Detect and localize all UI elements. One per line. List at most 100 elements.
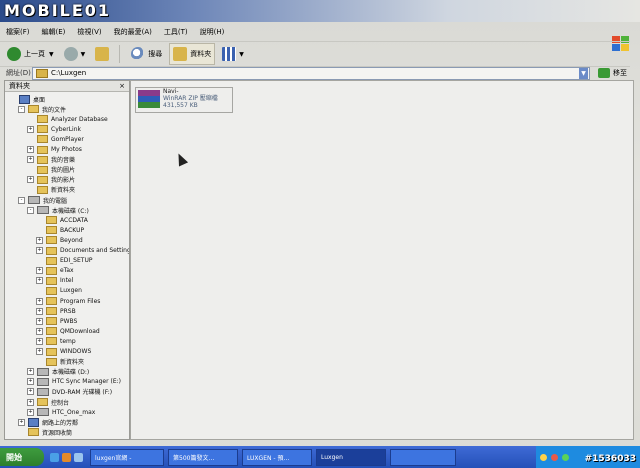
menu-file[interactable]: 檔案(F): [0, 27, 36, 37]
expand-icon[interactable]: +: [36, 348, 43, 355]
collapse-icon[interactable]: -: [18, 196, 25, 204]
menu-bar: 檔案(F) 編輯(E) 檢視(V) 我的最愛(A) 工具(T) 說明(H): [0, 24, 600, 40]
go-arrow-icon: [598, 68, 610, 78]
tree-node[interactable]: 資源回收筒: [18, 427, 72, 437]
expand-icon[interactable]: +: [36, 247, 43, 254]
tree-node[interactable]: - 我的文件: [18, 104, 66, 114]
forward-arrow-icon: [63, 47, 78, 61]
tree-node[interactable]: - 本機磁碟 (C:): [27, 205, 89, 215]
menu-help[interactable]: 說明(H): [194, 27, 231, 37]
tree-node[interactable]: + Intel: [36, 276, 73, 286]
tree-node[interactable]: 新資料夾: [27, 185, 75, 195]
expand-icon[interactable]: +: [27, 125, 34, 133]
menu-tools[interactable]: 工具(T): [158, 27, 194, 37]
close-icon[interactable]: ×: [119, 82, 125, 90]
expand-icon[interactable]: +: [36, 337, 43, 345]
tree-node[interactable]: + 我的音樂: [27, 155, 75, 165]
folders-pane-header: 資料夾 ×: [5, 81, 129, 92]
menu-edit[interactable]: 編輯(E): [36, 27, 72, 37]
expand-icon[interactable]: +: [27, 146, 34, 153]
expand-icon[interactable]: +: [36, 267, 43, 275]
collapse-icon[interactable]: -: [18, 105, 25, 113]
expand-icon[interactable]: +: [27, 156, 34, 164]
expand-icon[interactable]: +: [27, 408, 34, 416]
collapse-icon[interactable]: -: [27, 206, 34, 214]
chevron-down-icon[interactable]: ▼: [239, 51, 244, 58]
forward-button[interactable]: ▼: [61, 44, 89, 64]
views-button[interactable]: ▼: [219, 44, 247, 64]
tree-node[interactable]: + eTax: [36, 266, 74, 276]
tree-node[interactable]: + temp: [36, 336, 76, 346]
tree-node[interactable]: EDI_SETUP: [36, 256, 92, 266]
tree-node[interactable]: BACKUP: [36, 225, 84, 235]
tree-node-label: Documents and Settings: [60, 247, 130, 254]
tree-node[interactable]: + DVD-RAM 光碟機 (F:): [27, 387, 112, 397]
tree-node[interactable]: Luxgen: [36, 286, 82, 296]
tree-node[interactable]: 我的圖片: [27, 165, 75, 175]
go-button[interactable]: 移至: [598, 68, 627, 78]
chevron-down-icon[interactable]: ▼: [49, 51, 54, 58]
tree-node[interactable]: + 我的影片: [27, 175, 75, 185]
tree-node[interactable]: + 控制台: [27, 397, 69, 407]
tree-node[interactable]: + 本機磁碟 (D:): [27, 367, 89, 377]
tree-node[interactable]: ACCDATA: [36, 215, 88, 225]
tree-node[interactable]: + HTC Sync Manager (E:): [27, 377, 121, 387]
task-extra[interactable]: [390, 448, 456, 466]
expand-icon[interactable]: +: [27, 368, 34, 376]
expand-icon[interactable]: +: [36, 327, 43, 335]
tree-node[interactable]: + PWBS: [36, 316, 77, 326]
expand-icon[interactable]: +: [36, 317, 43, 325]
back-button[interactable]: 上一頁 ▼: [4, 44, 57, 64]
tree-node[interactable]: + QMDownload: [36, 326, 100, 336]
expand-icon[interactable]: +: [27, 378, 34, 386]
tree-node[interactable]: Analyzer Database: [27, 114, 108, 124]
up-folder-button[interactable]: [92, 44, 115, 64]
toolbar: 上一頁 ▼ ▼ 搜尋 資料夾 ▼: [0, 41, 630, 67]
tray-icon[interactable]: [551, 453, 558, 461]
task-luxgen-site[interactable]: luxgen官網 -: [90, 448, 164, 466]
menu-favorites[interactable]: 我的最愛(A): [108, 27, 158, 37]
tree-node-label: My Photos: [51, 146, 82, 153]
tree-node[interactable]: GomPlayer: [27, 134, 84, 144]
expand-icon[interactable]: +: [27, 388, 34, 396]
file-size: 431,557 KB: [163, 102, 198, 109]
expand-icon[interactable]: +: [36, 297, 43, 305]
tree-node[interactable]: + My Photos: [27, 145, 82, 155]
start-button[interactable]: 開始: [0, 448, 44, 466]
tree-node[interactable]: + HTC_One_max: [27, 407, 95, 417]
tree-node[interactable]: + PRSB: [36, 306, 76, 316]
folders-button[interactable]: 資料夾: [169, 43, 216, 65]
tree-node[interactable]: 新資料夾: [36, 357, 84, 367]
tree-node-label: CyberLink: [51, 125, 81, 133]
tree-node[interactable]: + 網路上的芳鄰: [18, 417, 78, 427]
media-icon[interactable]: [62, 452, 71, 462]
tree-node[interactable]: + Beyond: [36, 235, 83, 245]
menu-view[interactable]: 檢視(V): [71, 27, 107, 37]
expand-icon[interactable]: +: [27, 176, 34, 184]
expand-icon[interactable]: +: [36, 307, 43, 315]
ie-icon[interactable]: [50, 452, 59, 462]
tree-node[interactable]: + Program Files: [36, 296, 100, 306]
search-button[interactable]: 搜尋: [128, 44, 165, 64]
chevron-down-icon[interactable]: ▼: [81, 51, 86, 58]
task-luxgen-folder[interactable]: Luxgen: [316, 448, 386, 466]
tree-node[interactable]: + Documents and Settings: [36, 246, 130, 256]
expand-icon[interactable]: +: [36, 277, 43, 285]
tree-node[interactable]: - 我的電腦: [18, 195, 67, 205]
tray-icon[interactable]: [562, 453, 569, 461]
address-value: C:\Luxgen: [51, 69, 87, 77]
expand-icon[interactable]: +: [18, 418, 25, 426]
expand-icon[interactable]: +: [27, 398, 34, 406]
task-luxgen-preview[interactable]: LUXGEN - 預…: [242, 448, 312, 466]
tree-node[interactable]: + WINDOWS: [36, 347, 91, 357]
task-post[interactable]: 第500篇發文…: [168, 448, 238, 466]
expand-icon[interactable]: +: [36, 236, 43, 244]
tree-node[interactable]: + CyberLink: [27, 124, 81, 134]
tree-node[interactable]: 桌面: [9, 94, 45, 104]
chevron-down-icon[interactable]: ▼: [579, 67, 588, 79]
address-input[interactable]: C:\Luxgen ▼: [32, 66, 590, 80]
desktop-icon[interactable]: [74, 452, 83, 462]
tree-node-label: temp: [60, 337, 76, 345]
tray-icon[interactable]: [540, 453, 547, 461]
file-item-navi[interactable]: Navi- WinRAR ZIP 壓縮檔 431,557 KB: [135, 87, 233, 113]
